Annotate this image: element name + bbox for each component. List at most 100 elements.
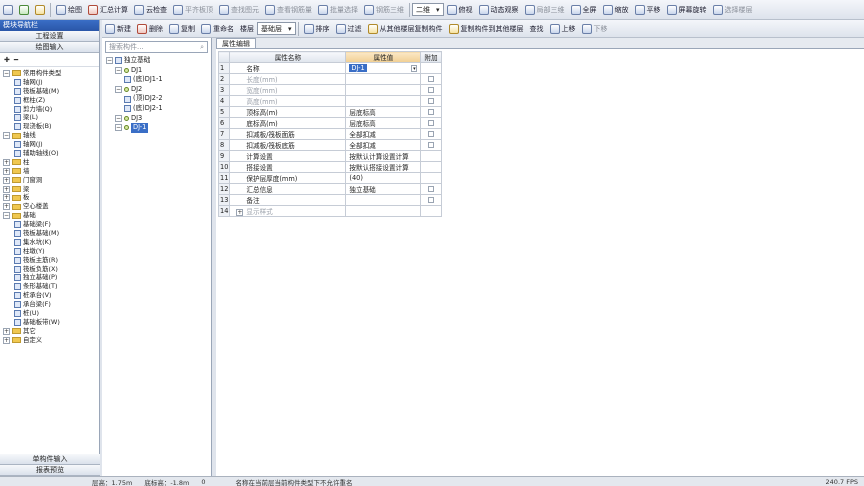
tree-item[interactable]: 筏板基础(M) [0, 229, 99, 238]
property-value[interactable] [345, 194, 422, 206]
collapse-all-icon[interactable]: ━ [14, 56, 18, 64]
view-button-0[interactable]: 俯视 [444, 2, 476, 18]
property-row[interactable]: 6 底标高(m) 层底标高 [217, 117, 442, 129]
component-node[interactable]: − 独立基础 [102, 56, 211, 66]
tree-item[interactable]: 轴网(J) [0, 140, 99, 149]
expand-icon[interactable]: + [3, 327, 10, 335]
tree-folder[interactable]: + 自定义 [0, 336, 99, 345]
project-settings-button[interactable]: 工程设置 [0, 31, 99, 42]
component-action-2[interactable]: 复制 [166, 21, 198, 37]
toolbar-button-10[interactable]: 钢筋三维 [361, 2, 407, 18]
tree-item[interactable]: 柱墩(Y) [0, 247, 99, 256]
attach-checkbox[interactable] [427, 142, 434, 148]
attach-checkbox[interactable] [427, 120, 434, 126]
property-value[interactable] [345, 84, 422, 96]
expand-icon[interactable]: + [3, 203, 10, 211]
tree-folder[interactable]: + 墙 [0, 167, 99, 176]
attach-checkbox[interactable] [427, 197, 434, 203]
collapse-icon[interactable]: − [3, 69, 10, 77]
property-value[interactable]: 按默认搭接设置计算 [345, 161, 422, 173]
component-tool-4[interactable]: 查找 [527, 21, 547, 37]
component-tool-2[interactable]: 从其他楼层复制构件 [365, 21, 446, 37]
view-button-7[interactable]: 选择楼层 [710, 2, 756, 18]
property-row[interactable]: 3 宽度(mm) [217, 84, 442, 96]
expand-icon[interactable]: + [3, 194, 10, 202]
property-value[interactable]: 全部扣减 [345, 139, 422, 151]
floor-select[interactable]: 基础层 ▾ [257, 22, 296, 35]
property-row[interactable]: 12 汇总信息 独立基础 [217, 183, 442, 195]
property-row[interactable]: 5 顶标高(m) 层底标高 [217, 106, 442, 118]
tree-folder[interactable]: + 其它 [0, 327, 99, 336]
component-node[interactable]: (底)DJ1-1 [102, 75, 211, 85]
tree-item[interactable]: 剪力墙(Q) [0, 105, 99, 114]
property-row[interactable]: 1 名称 DJ-1 ▾ [217, 62, 442, 74]
tree-folder[interactable]: − 轴线 [0, 131, 99, 140]
expand-icon[interactable]: + [3, 336, 10, 344]
property-value[interactable]: (40) [345, 172, 422, 184]
component-node[interactable]: − DJ2 [102, 85, 211, 95]
attach-checkbox[interactable] [427, 186, 434, 192]
tree-folder[interactable]: + 柱 [0, 158, 99, 167]
collapse-icon[interactable]: − [3, 212, 10, 220]
expand-icon[interactable]: + [236, 209, 244, 216]
property-row[interactable]: 11 保护层厚度(mm) (40) [217, 172, 442, 184]
component-tool-1[interactable]: 过滤 [333, 21, 365, 37]
tree-item[interactable]: 条形基础(T) [0, 282, 99, 291]
tree-item[interactable]: 桩(U) [0, 309, 99, 318]
attach-checkbox[interactable] [427, 131, 434, 137]
expand-icon[interactable]: + [3, 158, 10, 166]
collapse-icon[interactable]: − [115, 86, 122, 94]
component-node[interactable]: − DJ3 [102, 114, 211, 124]
property-row[interactable]: 9 计算设置 按默认计算设置计算 [217, 150, 442, 162]
view-button-4[interactable]: 缩放 [600, 2, 632, 18]
property-row[interactable]: 14 + 显示样式 [217, 205, 442, 217]
chevron-down-icon[interactable]: ▾ [411, 64, 418, 72]
property-row[interactable]: 2 长度(mm) [217, 73, 442, 85]
view-button-2[interactable]: 局部三维 [522, 2, 568, 18]
component-node[interactable]: (顶)DJ2-2 [102, 94, 211, 104]
expand-icon[interactable]: + [3, 185, 10, 193]
attach-checkbox[interactable] [427, 109, 434, 115]
component-action-1[interactable]: 删除 [134, 21, 166, 37]
tree-item[interactable]: 梁(L) [0, 113, 99, 122]
component-tool-0[interactable]: 排序 [301, 21, 333, 37]
attach-checkbox[interactable] [427, 98, 434, 104]
tree-folder[interactable]: + 空心楼盖 [0, 202, 99, 211]
tree-item[interactable]: 集水坑(K) [0, 238, 99, 247]
tree-item[interactable]: 现浇板(B) [0, 122, 99, 131]
property-value[interactable]: 按默认计算设置计算 [345, 150, 422, 162]
collapse-icon[interactable]: − [3, 132, 10, 140]
tree-item[interactable]: 筏板主筋(R) [0, 256, 99, 265]
tree-folder[interactable]: − 常用构件类型 [0, 69, 99, 78]
property-row[interactable]: 4 高度(mm) [217, 95, 442, 107]
drawing-input-button[interactable]: 绘图输入 [0, 42, 99, 53]
component-action-4[interactable]: 楼层 [237, 21, 257, 37]
toolbar-button-7[interactable]: 查找图元 [216, 2, 262, 18]
file-button-0[interactable] [0, 2, 16, 18]
view-mode-select[interactable]: 二维 ▾ [412, 3, 444, 16]
tree-item[interactable]: 桩承台(V) [0, 291, 99, 300]
tree-item[interactable]: 基础梁(F) [0, 220, 99, 229]
component-node[interactable]: − DJ-1 [102, 123, 211, 133]
single-component-input-button[interactable]: 单构件输入 [0, 454, 100, 465]
collapse-icon[interactable]: − [115, 66, 122, 74]
property-value[interactable] [345, 205, 422, 217]
property-value[interactable]: 层底标高 [345, 106, 422, 118]
property-value[interactable]: DJ-1 ▾ [345, 62, 422, 74]
component-search-input[interactable]: 搜索构件... ⌕ [105, 41, 208, 53]
view-button-1[interactable]: 动态观察 [476, 2, 522, 18]
property-row[interactable]: 13 备注 [217, 194, 442, 206]
component-tool-3[interactable]: 复制构件到其他楼层 [446, 21, 527, 37]
expand-icon[interactable]: + [3, 167, 10, 175]
property-value[interactable]: 独立基础 [345, 183, 422, 195]
toolbar-button-4[interactable]: 汇总计算 [85, 2, 131, 18]
property-row[interactable]: 8 扣减板/筏板底筋 全部扣减 [217, 139, 442, 151]
tab-property-edit[interactable]: 属性编辑 [216, 38, 256, 48]
toolbar-button-5[interactable]: 云检查 [131, 2, 170, 18]
tree-item[interactable]: 承台梁(F) [0, 300, 99, 309]
attach-checkbox[interactable] [427, 87, 434, 93]
component-node[interactable]: − DJ1 [102, 66, 211, 76]
property-row[interactable]: 10 搭接设置 按默认搭接设置计算 [217, 161, 442, 173]
expand-all-icon[interactable]: ✚ [4, 56, 10, 64]
toolbar-button-9[interactable]: 批量选择 [315, 2, 361, 18]
